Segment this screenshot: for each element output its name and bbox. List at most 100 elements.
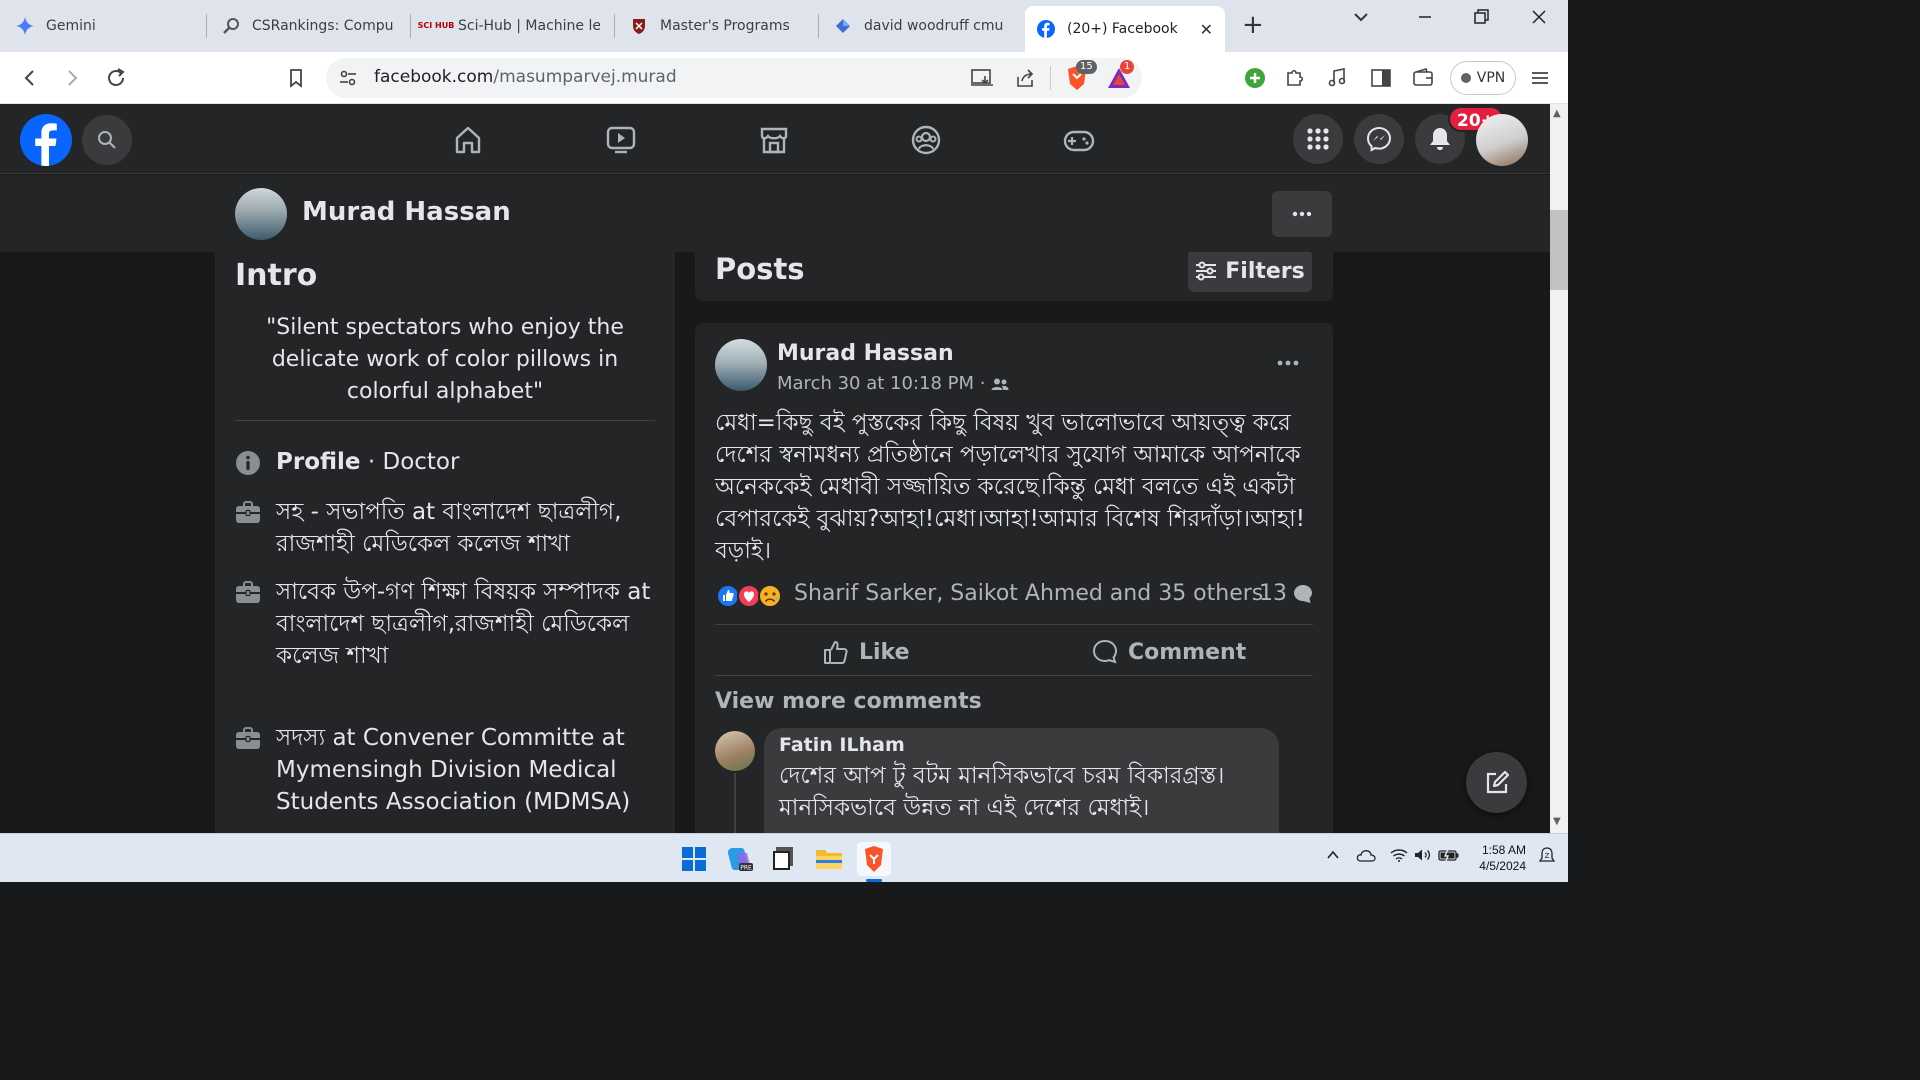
browser-tab-bar: Gemini CSRankings: Compute SCI HUB Sci-H… xyxy=(0,0,1568,52)
close-window-button[interactable] xyxy=(1530,8,1548,31)
battery-charging-icon[interactable] xyxy=(1438,848,1460,866)
new-tab-button[interactable]: + xyxy=(1242,10,1264,40)
onedrive-cloud-icon[interactable] xyxy=(1356,848,1376,866)
facebook-top-nav xyxy=(0,104,1550,174)
windows-taskbar: PRE 1:58 AM 4/5/2024 Z xyxy=(0,833,1568,882)
wifi-icon[interactable] xyxy=(1390,848,1408,866)
commenter-avatar[interactable] xyxy=(715,731,755,771)
volume-icon[interactable] xyxy=(1414,848,1432,866)
nav-home[interactable] xyxy=(450,122,486,158)
wallet-icon[interactable] xyxy=(1409,64,1437,92)
scroll-down-arrow-icon[interactable]: ▼ xyxy=(1553,816,1561,827)
tab-title: Gemini xyxy=(46,18,96,34)
intro-item-text[interactable]: সদস্য at Convener Committe at Mymensingh… xyxy=(276,722,656,818)
tab-facebook[interactable]: (20+) Facebook ✕ xyxy=(1025,6,1225,52)
reaction-icons[interactable] xyxy=(715,583,787,609)
url-path: /masumparvej.murad xyxy=(493,67,677,87)
comment-count[interactable]: 13 xyxy=(1259,581,1313,606)
close-tab-icon[interactable]: ✕ xyxy=(1200,20,1213,39)
nav-watch[interactable] xyxy=(603,122,639,158)
profile-avatar[interactable] xyxy=(235,188,287,240)
messenger-button[interactable] xyxy=(1354,114,1404,164)
tab-separator xyxy=(614,14,615,38)
groups-icon xyxy=(911,125,941,155)
tab-scihub[interactable]: SCI HUB Sci-Hub | Machine lea xyxy=(414,8,612,44)
file-explorer-app[interactable] xyxy=(812,842,846,876)
filters-label: Filters xyxy=(1225,258,1305,284)
gaming-controller-icon xyxy=(1063,130,1095,152)
url-text[interactable]: facebook.com/masumparvej.murad xyxy=(374,67,677,87)
reload-button[interactable] xyxy=(102,64,130,92)
scihub-icon: SCI HUB xyxy=(417,21,455,30)
intro-title: Intro xyxy=(235,258,318,293)
add-extension-icon[interactable] xyxy=(1241,64,1269,92)
intro-card: Intro "Silent spectators who enjoy the d… xyxy=(215,252,675,833)
brave-browser-app[interactable] xyxy=(857,842,891,876)
menu-button[interactable] xyxy=(1293,114,1343,164)
site-settings-icon[interactable] xyxy=(338,68,358,92)
profile-more-button[interactable] xyxy=(1272,191,1332,237)
vpn-button[interactable]: VPN xyxy=(1450,61,1516,95)
bookmark-icon[interactable] xyxy=(282,64,310,92)
system-clock[interactable]: 1:58 AM 4/5/2024 xyxy=(1474,842,1526,874)
notepad-app[interactable] xyxy=(766,842,800,876)
intro-bio: "Silent spectators who enjoy the delicat… xyxy=(266,315,624,404)
forward-button[interactable] xyxy=(58,64,86,92)
url-domain: facebook.com xyxy=(374,67,494,87)
intro-item-text[interactable]: সহ - সভাপতি at বাংলাদেশ ছাত্রলীগ, রাজশাহ… xyxy=(276,496,656,560)
profile-name[interactable]: Murad Hassan xyxy=(302,197,511,227)
tab-gemini[interactable]: Gemini xyxy=(4,8,204,44)
show-hidden-icons-chevron-icon[interactable] xyxy=(1326,848,1340,866)
facebook-logo[interactable] xyxy=(20,114,72,166)
filters-button[interactable]: Filters xyxy=(1188,252,1312,292)
intro-item-text[interactable]: Profile · Doctor xyxy=(276,446,656,478)
tab-masters-programs[interactable]: Master's Programs xyxy=(618,8,814,44)
post-more-button[interactable] xyxy=(1277,347,1299,372)
facebook-search-button[interactable] xyxy=(82,115,132,165)
install-app-icon[interactable] xyxy=(970,68,994,92)
post-author-name[interactable]: Murad Hassan xyxy=(777,341,954,366)
vpn-status-dot xyxy=(1460,73,1471,83)
tab-david-woodruff[interactable]: david woodruff cmu xyxy=(822,8,1018,44)
love-reaction-icon xyxy=(737,584,761,608)
sidebar-toggle-icon[interactable] xyxy=(1367,64,1395,92)
nav-groups[interactable] xyxy=(908,122,944,158)
facebook-icon xyxy=(1037,20,1055,38)
nav-marketplace[interactable] xyxy=(756,122,792,158)
menu-hamburger-icon[interactable] xyxy=(1526,64,1554,92)
commenter-name[interactable]: Fatin ILham xyxy=(779,734,905,756)
account-avatar[interactable] xyxy=(1476,114,1528,166)
share-icon[interactable] xyxy=(1014,67,1036,93)
tab-csrankings[interactable]: CSRankings: Compute xyxy=(210,8,406,44)
media-music-icon[interactable] xyxy=(1323,64,1351,92)
restore-button[interactable] xyxy=(1472,8,1490,31)
info-icon xyxy=(236,451,260,475)
view-more-comments-link[interactable]: View more comments xyxy=(715,689,982,714)
notification-center-icon[interactable]: Z xyxy=(1538,846,1556,870)
like-button[interactable]: Like xyxy=(823,635,910,669)
address-separator xyxy=(1050,66,1051,90)
tab-separator xyxy=(206,14,207,38)
new-message-button[interactable] xyxy=(1466,752,1527,813)
comment-text: দেশের আপ টু বটম মানসিকভাবে চরম বিকারগ্রস… xyxy=(779,763,1225,821)
copilot-pre-app[interactable]: PRE xyxy=(722,842,756,876)
windows-start-button[interactable] xyxy=(677,842,711,876)
intro-item-text[interactable]: সাবেক উপ-গণ শিক্ষা বিষয়ক সম্পাদক at বাং… xyxy=(276,576,656,672)
scrollbar-thumb[interactable] xyxy=(1550,210,1568,290)
nav-gaming[interactable] xyxy=(1061,122,1097,158)
tab-search-chevron-icon[interactable] xyxy=(1352,8,1370,31)
back-button[interactable] xyxy=(16,64,44,92)
extensions-puzzle-icon[interactable] xyxy=(1281,64,1309,92)
tab-separator xyxy=(410,14,411,38)
scroll-up-arrow-icon[interactable]: ▲ xyxy=(1553,108,1561,119)
profile-content: Intro "Silent spectators who enjoy the d… xyxy=(0,252,1550,833)
svg-text:Z: Z xyxy=(1545,852,1550,860)
address-bar[interactable]: facebook.com/masumparvej.murad 15 1 xyxy=(326,58,1142,98)
reactions-summary[interactable]: Sharif Sarker, Saikot Ahmed and 35 other… xyxy=(794,581,1263,606)
bell-icon xyxy=(1430,128,1450,150)
minimize-button[interactable] xyxy=(1416,8,1434,31)
comment-button[interactable]: Comment xyxy=(1092,635,1246,669)
post-author-avatar[interactable] xyxy=(715,339,767,391)
vpn-label: VPN xyxy=(1476,70,1506,86)
post-timestamp[interactable]: March 30 at 10:18 PM · xyxy=(777,373,1009,394)
